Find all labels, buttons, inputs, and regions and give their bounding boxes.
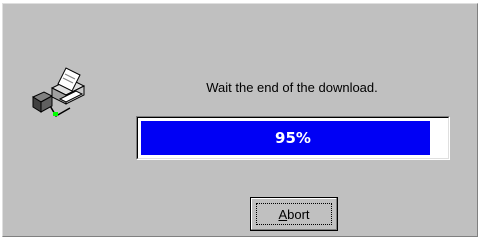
download-dialog: Wait the end of the download. 95% Abort bbox=[2, 3, 478, 237]
printer-network-icon bbox=[31, 67, 86, 118]
download-progress-bar: 95% bbox=[136, 116, 450, 160]
progress-track: 95% bbox=[141, 121, 445, 155]
status-message: Wait the end of the download. bbox=[206, 80, 378, 95]
progress-percent: 95% bbox=[275, 129, 311, 147]
abort-button[interactable]: Abort bbox=[250, 197, 338, 231]
abort-button-label: Abort bbox=[278, 206, 310, 222]
